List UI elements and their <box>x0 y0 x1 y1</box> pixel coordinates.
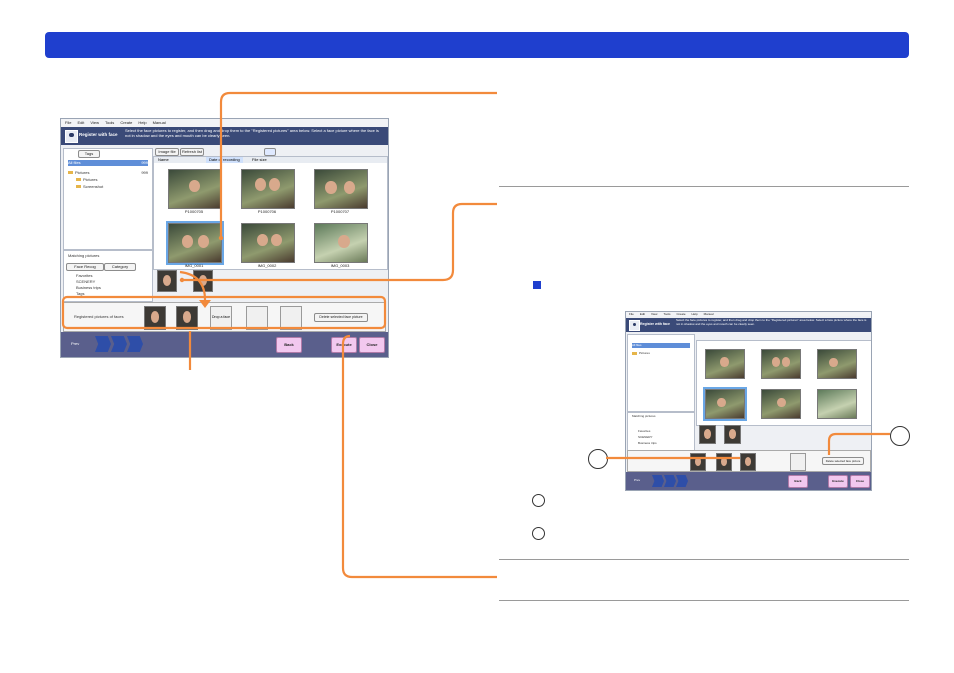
leader-line-thumbnail <box>219 91 497 238</box>
leader-line-face <box>182 202 497 282</box>
leader-line-small-delete <box>827 432 890 455</box>
leader-line-execute <box>341 334 497 579</box>
callout-lines <box>61 91 890 579</box>
leader-line-register <box>179 270 207 301</box>
register-area-highlight <box>61 295 387 330</box>
